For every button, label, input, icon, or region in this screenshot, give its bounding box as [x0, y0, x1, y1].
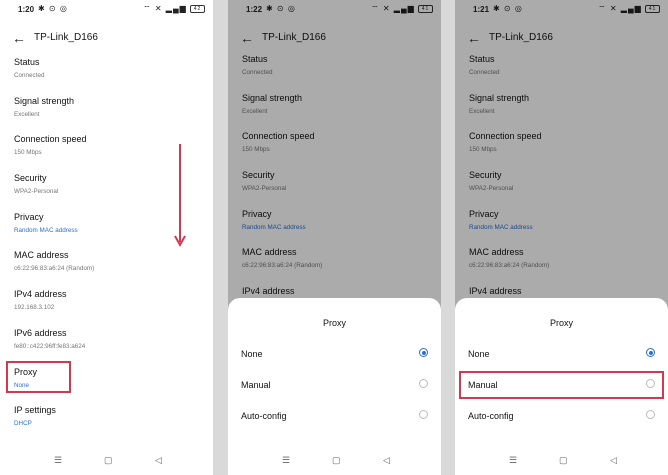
item-label: Signal strength	[14, 95, 75, 106]
option-none[interactable]: None	[455, 341, 668, 369]
back-icon[interactable]: ◁	[610, 455, 617, 466]
detail-status: Status Connected	[14, 56, 204, 95]
menu-icon[interactable]: ☰	[509, 455, 517, 466]
settings-screen-2: 1:22 ✱ ⊙ ◎ ⌔ ✕ ▂▄▆ 41 ← TP-Link_D166 Sta…	[228, 0, 441, 475]
proxy-bottom-sheet: Proxy None Manual Auto-config ☰ ▢ ◁	[455, 298, 668, 475]
radio-icon[interactable]	[646, 410, 655, 419]
sheet-title: Proxy	[549, 318, 573, 328]
option-label: None	[241, 349, 263, 359]
sheet-title: Proxy	[322, 318, 346, 328]
proxy-highlight-box	[6, 361, 71, 393]
app-header: ← TP-Link_D166	[0, 28, 213, 52]
page-title: TP-Link_D166	[34, 32, 98, 43]
menu-icon[interactable]: ☰	[54, 455, 62, 466]
option-label: Auto-config	[468, 411, 514, 421]
item-value: Connected	[14, 72, 45, 79]
item-label: MAC address	[14, 250, 69, 261]
radio-icon[interactable]	[419, 410, 428, 419]
menu-icon[interactable]: ☰	[282, 455, 290, 466]
option-label: Manual	[241, 380, 271, 390]
option-auto-config[interactable]: Auto-config	[455, 403, 668, 431]
item-label: Connection speed	[14, 134, 87, 145]
home-icon[interactable]: ▢	[559, 455, 568, 466]
system-nav-bar: ☰ ▢ ◁	[228, 447, 441, 475]
option-none[interactable]: None	[228, 341, 441, 369]
settings-screen-1: 1:20 ✱ ⊙ ◎ ⌔ ✕ ▂▄▆ 42 ← TP-Link_D166 Sta…	[0, 0, 213, 475]
radio-selected-icon[interactable]	[646, 348, 655, 357]
battery-icon: 42	[190, 4, 205, 13]
system-icons: ⌔ ✕ ▂▄▆ 42	[143, 4, 205, 14]
item-value: 192.168.3.102	[14, 304, 55, 312]
detail-ip-settings[interactable]: IP settings DHCP	[14, 404, 204, 443]
settings-screen-3: 1:21 ✱ ⊙ ◎ ⌔ ✕ ▂▄▆ 41 ← TP-Link_D166 Sta…	[455, 0, 668, 475]
option-manual[interactable]: Manual	[228, 372, 441, 400]
detail-ipv6: IPv6 addressfe80::c422:96ff:fe83:a624	[14, 327, 204, 366]
system-nav-bar: ☰ ▢ ◁	[455, 447, 668, 475]
status-bar: 1:20 ✱ ⊙ ◎ ⌔ ✕ ▂▄▆ 42	[0, 0, 213, 20]
back-arrow-icon[interactable]: ←	[12, 30, 26, 46]
radio-icon[interactable]	[419, 379, 428, 388]
back-icon[interactable]: ◁	[383, 455, 390, 466]
system-nav-bar: ☰ ▢ ◁	[0, 447, 213, 475]
option-label: None	[468, 349, 490, 359]
status-time: 1:20	[18, 5, 35, 14]
manual-highlight-box	[459, 371, 664, 399]
detail-ipv4: IPv4 address 192.168.3.102	[14, 288, 204, 327]
home-icon[interactable]: ▢	[104, 455, 113, 466]
home-icon[interactable]: ▢	[332, 455, 341, 466]
item-label: IP settings	[14, 405, 56, 416]
radio-selected-icon[interactable]	[419, 348, 428, 357]
back-icon[interactable]: ◁	[155, 455, 162, 466]
option-auto-config[interactable]: Auto-config	[228, 403, 441, 431]
item-value: fe80::c422:96ff:fe83:a624	[14, 342, 86, 350]
detail-mac: MAC address c6:22:96:83:a6:24 (Random)	[14, 249, 204, 288]
detail-signal: Signal strength Excellent	[14, 95, 204, 134]
proxy-bottom-sheet: Proxy None Manual Auto-config ☰ ▢ ◁	[228, 298, 441, 475]
scroll-down-arrow-icon	[174, 144, 186, 248]
option-label: Auto-config	[241, 411, 287, 421]
notification-icons: ✱ ⊙ ◎	[38, 4, 68, 13]
item-label: IPv6 address	[14, 327, 67, 338]
item-label: Status	[14, 57, 40, 67]
item-value: c6:22:96:83:a6:24 (Random)	[14, 265, 95, 273]
item-value: DHCP	[14, 420, 32, 428]
item-label: IPv4 address	[14, 289, 67, 300]
item-value: Excellent	[14, 110, 40, 118]
